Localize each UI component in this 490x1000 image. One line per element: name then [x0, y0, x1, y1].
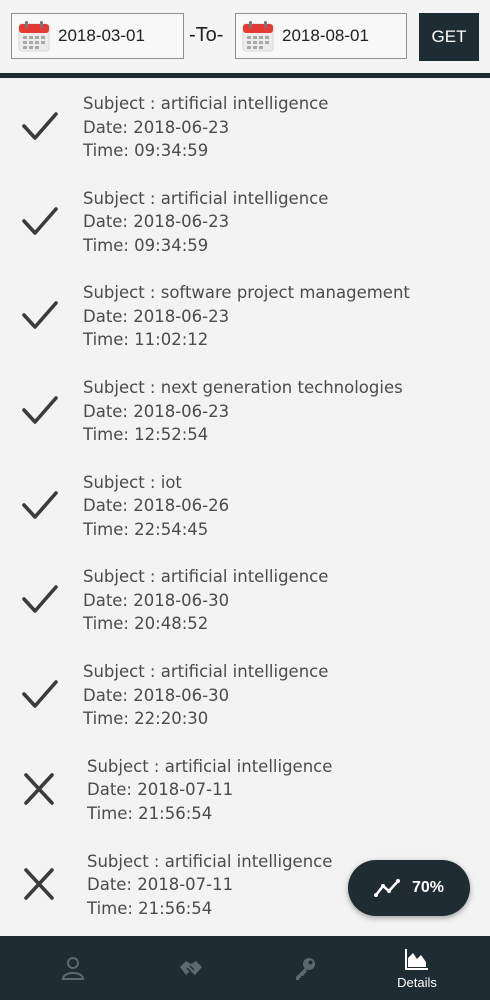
- to-date-value: 2018-08-01: [282, 26, 369, 45]
- attendance-percentage-button[interactable]: 70%: [348, 860, 470, 916]
- record-time: Time: 09:34:59: [83, 141, 209, 160]
- cross-icon: [24, 867, 54, 900]
- key-icon: [296, 958, 315, 980]
- list-item[interactable]: Subject : artificial intelligence Date: 2…: [0, 78, 490, 173]
- record-details: Subject : artificial intelligence Date: 2…: [87, 850, 332, 921]
- record-subject: Subject : artificial intelligence: [83, 662, 329, 682]
- record-time: Time: 20:48:52: [83, 614, 209, 634]
- list-item[interactable]: Subject : artificial intelligence Date: 2…: [0, 551, 490, 646]
- nav-item-attendance[interactable]: [130, 936, 252, 1000]
- check-icon: [22, 112, 58, 140]
- area-chart-icon: [405, 949, 428, 970]
- record-subject: Subject : artificial intelligence: [83, 567, 329, 587]
- record-time: Time: 22:20:30: [83, 709, 209, 729]
- check-icon: [22, 490, 58, 519]
- record-details: Subject : artificial intelligence Date: 2…: [83, 565, 328, 636]
- from-date-field[interactable]: 2018-03-01: [11, 13, 184, 59]
- record-details: Subject : iot Date: 2018-06-26 Time: 22:54…: [83, 471, 229, 542]
- record-time: Time: 21:56:54: [87, 803, 213, 823]
- record-details: Subject : artificial intelligence Date: 2…: [83, 92, 328, 163]
- record-time: Time: 11:02:12: [83, 330, 209, 350]
- nav-item-profile[interactable]: [12, 936, 134, 1000]
- record-subject: Subject : artificial intelligence: [87, 756, 333, 776]
- record-time: Time: 22:54:45: [83, 519, 209, 539]
- record-time: Time: 09:34:59: [83, 235, 209, 255]
- record-details: Subject : artificial intelligence Date: 2…: [83, 187, 328, 258]
- record-date: Date: 2018-06-30: [83, 590, 230, 610]
- record-subject: Subject : software project management: [83, 283, 410, 303]
- list-item[interactable]: Subject : artificial intelligence Date: 2…: [0, 741, 490, 836]
- handshake-icon: [180, 961, 202, 975]
- date-filter-bar: 2018-03-01 -To- 2018-08-01 GET: [0, 0, 490, 74]
- nav-details-label: Details: [397, 975, 437, 990]
- check-icon: [22, 585, 58, 614]
- list-item[interactable]: Subject : artificial intelligence Date: 2…: [0, 646, 490, 741]
- check-icon: [22, 396, 58, 424]
- list-item[interactable]: Subject : software project management Dat…: [0, 267, 490, 362]
- get-button[interactable]: GET: [419, 13, 479, 61]
- cross-icon: [24, 773, 54, 805]
- person-icon: [61, 957, 85, 980]
- record-date: Date: 2018-06-23: [83, 306, 230, 326]
- record-time: Time: 12:52:54: [83, 425, 209, 445]
- record-subject: Subject : artificial intelligence: [87, 851, 333, 871]
- record-subject: Subject : iot: [83, 472, 182, 492]
- calendar-icon: [242, 21, 274, 52]
- list-item[interactable]: Subject : iot Date: 2018-06-26 Time: 22:54…: [0, 457, 490, 552]
- nav-item-password[interactable]: [244, 936, 366, 1000]
- record-date: Date: 2018-06-26: [83, 496, 230, 516]
- record-date: Date: 2018-06-23: [83, 401, 230, 421]
- trend-line-icon: [373, 879, 400, 897]
- record-details: Subject : software project management Dat…: [83, 281, 410, 352]
- record-details: Subject : artificial intelligence Date: 2…: [83, 660, 328, 731]
- record-date: Date: 2018-06-23: [83, 212, 230, 232]
- record-details: Subject : artificial intelligence Date: 2…: [87, 755, 332, 826]
- list-item[interactable]: Subject : artificial intelligence Date: 2…: [0, 173, 490, 268]
- record-date: Date: 2018-06-30: [83, 685, 230, 705]
- record-details: Subject : next generation technologies Da…: [83, 376, 403, 447]
- from-date-value: 2018-03-01: [58, 26, 145, 45]
- date-range-separator: -To-: [189, 24, 224, 46]
- list-item[interactable]: Subject : next generation technologies Da…: [0, 362, 490, 457]
- calendar-icon: [18, 21, 50, 52]
- record-time: Time: 21:56:54: [87, 898, 213, 918]
- check-icon: [22, 301, 58, 330]
- record-subject: Subject : next generation technologies: [83, 378, 403, 398]
- record-subject: Subject : artificial intelligence: [83, 188, 329, 208]
- record-subject: Subject : artificial intelligence: [83, 94, 329, 113]
- bottom-navigation: Details: [0, 936, 490, 1000]
- attendance-list[interactable]: Subject : artificial intelligence Date: 2…: [0, 78, 490, 936]
- record-date: Date: 2018-07-11: [87, 875, 234, 894]
- record-date: Date: 2018-07-11: [87, 780, 234, 800]
- check-icon: [22, 206, 58, 235]
- nav-item-details[interactable]: Details: [356, 936, 478, 1000]
- record-date: Date: 2018-06-23: [83, 117, 230, 137]
- check-icon: [22, 680, 58, 708]
- attendance-percentage: 70%: [411, 879, 445, 896]
- to-date-field[interactable]: 2018-08-01: [235, 13, 407, 59]
